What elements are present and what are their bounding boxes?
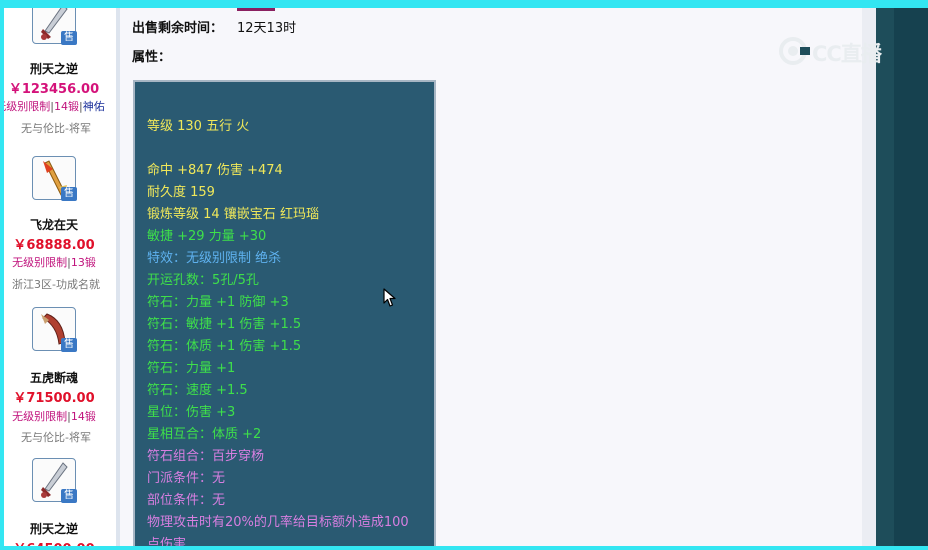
weapon-thumbnail[interactable]: 售	[32, 458, 77, 503]
cc-live-watermark: CC直播	[778, 36, 898, 66]
item-name[interactable]: 飞龙在天	[4, 216, 104, 233]
attr-rune-3: 符石：体质 +1 伤害 +1.5	[147, 339, 302, 354]
item-name[interactable]: 刑天之逆	[4, 520, 104, 537]
item-price: ￥71500.00	[13, 391, 95, 406]
attr-level-element: 等级 130 五行 火	[147, 119, 250, 134]
item-price: ￥123456.00	[8, 82, 100, 97]
watermark-text: CC直播	[812, 42, 882, 66]
item-tags: 无级别限制|14锻	[12, 410, 96, 423]
tag-level: 无级别限制	[4, 100, 51, 113]
weapon-thumbnail[interactable]: 售	[32, 8, 77, 45]
attr-effect-desc-1: 物理攻击时有20%的几率给目标额外造成100	[147, 515, 409, 530]
remaining-time-label: 出售剩余时间：	[132, 21, 224, 36]
tag-forge: 13锻	[70, 256, 96, 269]
attributes-label: 属性：	[132, 50, 172, 65]
tag-special: 神佑	[82, 100, 105, 113]
attr-special-effect: 特效：无级别限制 绝杀	[147, 251, 282, 266]
item-server: 无与伦比-将军	[21, 122, 91, 135]
attr-star-combo: 星相互合：体质 +2	[147, 427, 262, 442]
weapon-thumbnail[interactable]: 售	[32, 156, 77, 201]
attr-rune-2: 符石：敏捷 +1 伤害 +1.5	[147, 317, 302, 332]
attr-rune-1: 符石：力量 +1 防御 +3	[147, 295, 289, 310]
attr-hit-damage: 命中 +847 伤害 +474	[147, 163, 283, 178]
item-server: 无与伦比-将军	[21, 431, 91, 444]
weapon-thumbnail[interactable]: 售	[32, 307, 77, 352]
attr-school-condition: 门派条件：无	[147, 471, 226, 486]
attributes-box: 等级 130 五行 火 命中 +847 伤害 +474 耐久度 159 锻炼等级…	[133, 80, 436, 550]
sell-badge: 售	[61, 489, 77, 503]
attr-rune-4: 符石：力量 +1	[147, 361, 236, 376]
attr-slot-condition: 部位条件：无	[147, 493, 226, 508]
item-price: ￥68888.00	[13, 238, 95, 253]
item-price: ￥64500.00	[4, 538, 104, 546]
tag-forge: 14锻	[70, 410, 96, 423]
sell-badge: 售	[61, 338, 77, 352]
tag-level: 无级别限制	[12, 410, 68, 423]
cc-logo-icon	[779, 37, 810, 65]
attr-forge-gem: 锻炼等级 14 镶嵌宝石 红玛瑙	[147, 207, 319, 222]
sell-badge: 售	[61, 31, 77, 45]
remaining-time-value: 12天13时	[237, 21, 297, 36]
tab-accent-bar	[237, 8, 275, 11]
tag-level: 无级别限制	[12, 256, 68, 269]
listing-sidebar[interactable]: 售 刑天之逆 ￥123456.00 无级别限制|14锻|神佑 无与伦比-将军 售…	[4, 8, 116, 546]
item-tags: 无级别限制|14锻|神佑	[4, 98, 106, 114]
mouse-cursor-icon	[383, 288, 396, 307]
sell-badge: 售	[61, 187, 77, 201]
attr-rune-combo: 符石组合：百步穿杨	[147, 449, 265, 464]
attr-rune-5: 符石：速度 +1.5	[147, 383, 248, 398]
item-tags: 无级别限制|13锻	[12, 256, 96, 269]
item-name[interactable]: 五虎断魂	[4, 369, 104, 386]
item-server: 浙江3区-功成名就	[12, 278, 100, 291]
window-right-edge	[894, 8, 928, 546]
attr-durability: 耐久度 159	[147, 185, 215, 200]
attr-star-position: 星位：伤害 +3	[147, 405, 236, 420]
window-top-bar	[0, 0, 928, 8]
scrollbar[interactable]	[876, 8, 894, 546]
window-bottom-edge	[0, 546, 928, 550]
tag-forge: 14锻	[54, 100, 79, 113]
attr-holes: 开运孔数：5孔/5孔	[147, 273, 259, 288]
attr-agility-strength: 敏捷 +29 力量 +30	[147, 229, 267, 244]
right-gutter	[862, 8, 876, 546]
item-name[interactable]: 刑天之逆	[4, 60, 104, 77]
